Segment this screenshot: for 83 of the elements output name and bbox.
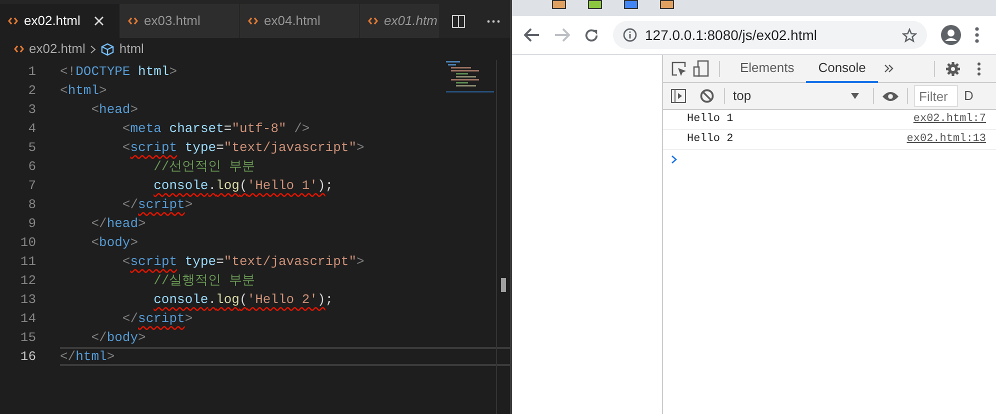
- code-line: <script type="text/javascript">: [121, 139, 364, 156]
- avatar-icon[interactable]: [941, 25, 961, 45]
- code-file-icon: [128, 17, 138, 25]
- line-number: 2: [27, 82, 36, 100]
- settings-icon[interactable]: [944, 60, 961, 76]
- code-line: </head>: [90, 215, 146, 232]
- code-line: <!DOCTYPE html>: [60, 63, 178, 80]
- code-file-icon: [248, 17, 258, 25]
- source-link[interactable]: ex02.html:13: [906, 131, 986, 148]
- url-text: 127.0.0.1:8080/js/ex02.html: [645, 26, 818, 45]
- browser-tab-favicon[interactable]: [588, 0, 602, 9]
- device-icon[interactable]: [693, 60, 709, 77]
- line-number: 6: [27, 158, 36, 176]
- line-number: 10: [19, 234, 36, 252]
- clear-console-icon[interactable]: [700, 89, 714, 103]
- tab-label: ex04.html: [264, 12, 320, 30]
- code-line: <html>: [60, 82, 107, 99]
- star-icon[interactable]: [902, 28, 917, 42]
- code-file-icon: [368, 17, 378, 25]
- code-line: //실행적인 부분: [152, 272, 256, 289]
- line-number: 13: [19, 290, 36, 309]
- levels-select[interactable]: D: [964, 86, 974, 106]
- line-number: 4: [27, 120, 36, 138]
- split-editor-icon[interactable]: [452, 14, 465, 28]
- eye-icon[interactable]: [882, 90, 899, 102]
- more-icon[interactable]: [487, 20, 500, 22]
- code-line: console.log('Hello 2');: [152, 291, 334, 308]
- source-link[interactable]: ex02.html:7: [913, 111, 986, 128]
- chevron-right-icon: [90, 44, 96, 54]
- line-number: 1: [27, 62, 36, 81]
- code-line: </script>: [121, 310, 193, 327]
- line-number: 15: [19, 328, 36, 347]
- sidebar-icon[interactable]: [671, 89, 686, 103]
- browser-tab-favicon[interactable]: [660, 0, 674, 9]
- breadcrumb-item[interactable]: ex02.html: [29, 39, 86, 59]
- scrollbar-thumb[interactable]: [501, 278, 506, 292]
- prompt-icon: [671, 154, 677, 164]
- tab-label: ex01.htm: [384, 12, 438, 30]
- back-icon[interactable]: [524, 28, 540, 42]
- code-line: </script>: [121, 196, 193, 213]
- devtools-tab[interactable]: Elements: [728, 55, 806, 82]
- editor-tab[interactable]: ex04.html: [240, 4, 360, 38]
- code-file-icon: [14, 45, 24, 53]
- console-message: Hello 2: [687, 132, 734, 148]
- line-number: 9: [27, 214, 36, 233]
- line-number: 14: [19, 310, 36, 328]
- code-file-icon: [8, 17, 18, 25]
- cube-icon: [101, 42, 114, 56]
- tab-label: ex02.html: [24, 12, 80, 30]
- dropdown-icon: [851, 93, 859, 99]
- filter-field[interactable]: Filter: [914, 85, 958, 107]
- address-bar[interactable]: 127.0.0.1:8080/js/ex02.html: [613, 21, 927, 49]
- browser-tab-favicon[interactable]: [624, 0, 638, 9]
- menu-icon[interactable]: [975, 27, 979, 43]
- line-number: 3: [27, 100, 36, 119]
- code-line: <body>: [90, 234, 138, 251]
- code-line: console.log('Hello 1');: [152, 177, 334, 194]
- code-line: <head>: [90, 101, 138, 118]
- code-line: </body>: [90, 329, 146, 346]
- reload-icon[interactable]: [584, 28, 599, 42]
- line-number: 5: [27, 138, 36, 157]
- info-icon[interactable]: [623, 28, 637, 42]
- kebab-menu-icon[interactable]: [976, 62, 981, 76]
- tab-label: ex03.html: [144, 12, 200, 30]
- console-message: Hello 1: [687, 112, 734, 128]
- breadcrumb-item[interactable]: html: [119, 39, 144, 59]
- browser-tab-favicon[interactable]: [552, 0, 566, 9]
- code-line: <script type="text/javascript">: [121, 253, 364, 270]
- close-icon[interactable]: [94, 16, 104, 26]
- line-number: 7: [27, 176, 36, 195]
- line-number: 12: [19, 272, 36, 290]
- more-tabs-icon[interactable]: [884, 64, 894, 73]
- editor-tab[interactable]: ex01.htm: [360, 4, 440, 38]
- code-line: //선언적인 부분: [152, 158, 256, 175]
- code-line: <meta charset="utf-8" />: [121, 120, 310, 137]
- editor-tab[interactable]: ex03.html: [120, 4, 240, 38]
- editor-tab[interactable]: ex02.html: [0, 4, 120, 38]
- line-number: 16: [19, 348, 36, 366]
- code-line: </html>: [60, 348, 115, 365]
- inspect-icon[interactable]: [671, 60, 687, 76]
- line-number: 11: [19, 252, 36, 271]
- line-number: 8: [27, 196, 36, 214]
- context-select[interactable]: top: [733, 86, 865, 106]
